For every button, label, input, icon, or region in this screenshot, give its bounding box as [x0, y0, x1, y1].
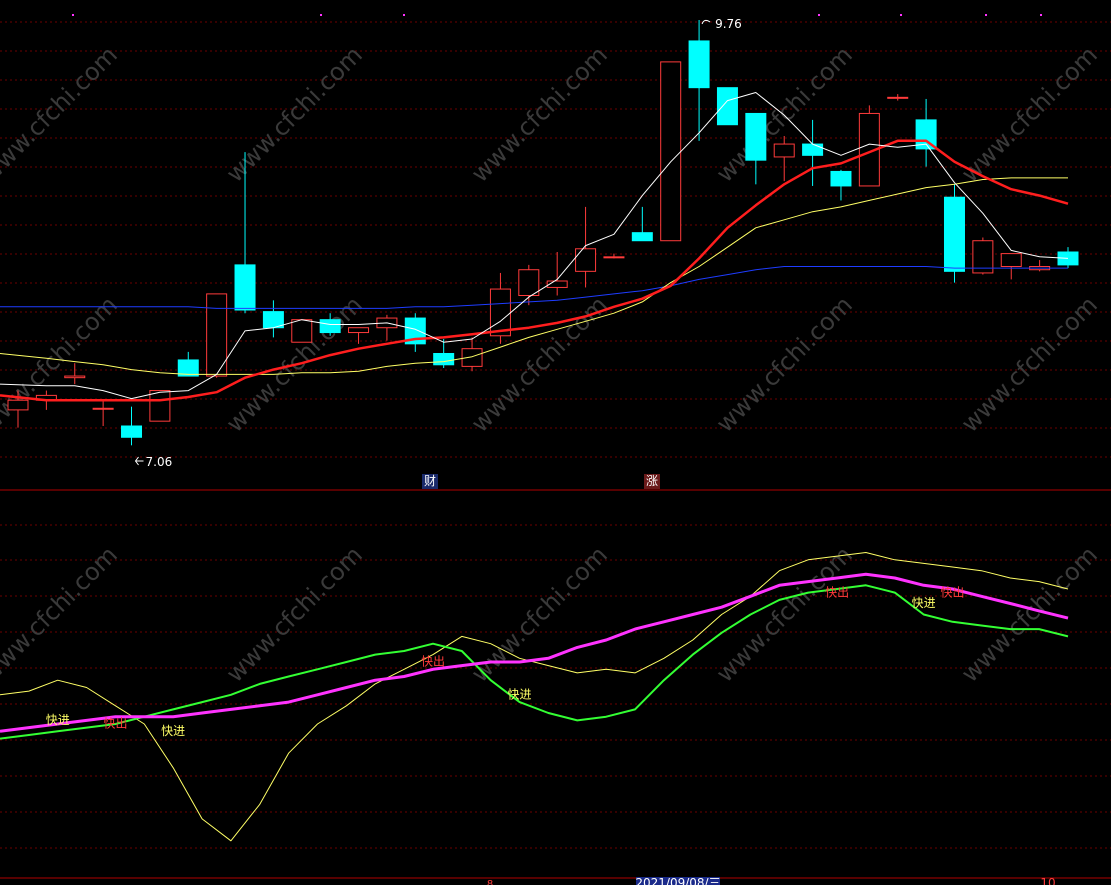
watermark-text: www.cfchi.com: [711, 541, 858, 688]
candle-body-up: [64, 375, 86, 379]
watermark-text: www.cfchi.com: [0, 541, 123, 688]
watermark-text: www.cfchi.com: [956, 41, 1103, 188]
top-tick-dot: [818, 14, 820, 16]
marker-cai-label: 财: [424, 474, 436, 488]
watermark-text: www.cfchi.com: [466, 541, 613, 688]
candle-body-down: [319, 319, 341, 334]
signal-sell-label: 快出: [103, 717, 127, 731]
watermark-text: www.cfchi.com: [466, 291, 613, 438]
candle-body-up: [660, 61, 682, 242]
candle-body-down: [943, 196, 965, 272]
watermark-text: www.cfchi.com: [956, 541, 1103, 688]
candle-body-down: [830, 170, 852, 187]
candle-body-up: [773, 143, 795, 158]
candle-body-up: [7, 399, 29, 411]
candle-body-up: [291, 319, 313, 343]
candle-body-up: [575, 248, 597, 272]
signal-buy-label: 快进: [912, 596, 936, 610]
top-tick-dot: [900, 14, 902, 16]
candle-body-up: [489, 288, 511, 337]
signal-buy-label: 快进: [46, 713, 70, 727]
signal-buy-label: 快进: [508, 687, 532, 701]
candle-body-down: [433, 353, 455, 366]
candle-body-up: [887, 96, 909, 99]
grid-layer: [0, 14, 1111, 879]
candle-body-down: [802, 143, 824, 156]
signal-sell-label: 快出: [421, 655, 445, 669]
signal-sell-label: 快出: [941, 585, 965, 599]
candle-body-up: [348, 327, 370, 334]
marker-zhang-label: 涨: [646, 473, 658, 488]
text-layer: 9.767.06财 涨快进 快出快进快出快进快出快进快出2021/09/08/三 10…: [46, 17, 1056, 885]
candle-body-up: [149, 390, 171, 422]
candle-body-down: [121, 425, 143, 438]
watermark-text: www.cfchi.com: [221, 41, 368, 188]
candle-body-up: [518, 269, 540, 297]
axis-label-left: 8: [487, 879, 493, 885]
top-tick-dot: [985, 14, 987, 16]
date-axis-label: 2021/09/08/三: [635, 876, 720, 885]
watermark-text: www.cfchi.com: [956, 291, 1103, 438]
axis-label-right: 10: [1040, 876, 1055, 885]
watermark-text: www.cfchi.com: [711, 291, 858, 438]
low-price-label: 7.06: [146, 455, 173, 469]
chart-canvas: www.cfchi.com www.cfchi.com www.cfchi.com w…: [0, 14, 1111, 885]
candle-body-up: [1000, 253, 1022, 268]
candle-body-up: [92, 407, 114, 410]
watermark-text: www.cfchi.com: [466, 41, 613, 188]
top-tick-dot: [72, 14, 74, 16]
candlestick-layer: [7, 20, 1079, 446]
signal-sell-label: 快出: [825, 585, 849, 599]
high-price-label: 9.76: [715, 17, 742, 31]
top-tick-dot: [320, 14, 322, 16]
low-pointer-icon: [134, 456, 144, 466]
top-tick-dot: [403, 14, 405, 16]
candle-body-down: [716, 87, 738, 126]
watermark-text: www.cfchi.com: [0, 41, 123, 188]
candle-body-down: [688, 40, 710, 89]
candle-body-down: [631, 232, 653, 242]
signal-buy-label: 快进: [161, 724, 185, 738]
candle-body-down: [745, 112, 767, 161]
candle-body-up: [603, 256, 625, 259]
watermark-text: www.cfchi.com: [221, 541, 368, 688]
top-tick-dot: [1040, 14, 1042, 16]
candle-body-down: [234, 264, 256, 311]
